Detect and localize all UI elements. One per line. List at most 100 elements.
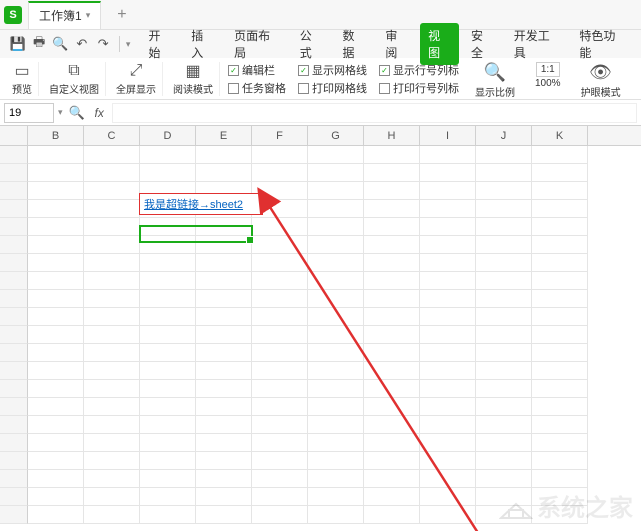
menu-dropdown-icon[interactable]: ▾ [126, 39, 131, 50]
column-header-C[interactable]: C [84, 126, 140, 145]
cell[interactable] [420, 164, 476, 182]
ribbon-group-preview[interactable]: ▭ 预览 [6, 62, 39, 96]
cell[interactable] [196, 380, 252, 398]
cell[interactable] [476, 218, 532, 236]
cell[interactable] [308, 164, 364, 182]
cell[interactable] [196, 488, 252, 506]
cell[interactable] [420, 506, 476, 524]
cell[interactable] [532, 200, 588, 218]
row-header[interactable] [0, 272, 28, 290]
document-tab[interactable]: 工作簿1 ▾ [28, 1, 101, 29]
cell[interactable] [28, 200, 84, 218]
row-header[interactable] [0, 236, 28, 254]
row-header[interactable] [0, 344, 28, 362]
cell[interactable] [476, 272, 532, 290]
cell[interactable] [308, 452, 364, 470]
cell[interactable] [28, 326, 84, 344]
cell[interactable] [196, 452, 252, 470]
cell[interactable] [420, 146, 476, 164]
cell[interactable] [420, 254, 476, 272]
cell[interactable] [364, 308, 420, 326]
cell[interactable] [28, 488, 84, 506]
cell[interactable] [196, 434, 252, 452]
cell[interactable] [84, 434, 140, 452]
cell[interactable] [196, 254, 252, 272]
check-任务窗格[interactable]: 任务窗格 [228, 80, 286, 96]
cell[interactable] [308, 236, 364, 254]
cell[interactable] [476, 236, 532, 254]
column-header-I[interactable]: I [420, 126, 476, 145]
cell[interactable] [532, 236, 588, 254]
cell[interactable] [140, 488, 196, 506]
cell[interactable] [84, 254, 140, 272]
row-header[interactable] [0, 218, 28, 236]
menu-tab-8[interactable]: 开发工具 [506, 23, 568, 65]
cell[interactable] [532, 344, 588, 362]
cell[interactable] [308, 380, 364, 398]
cell[interactable] [420, 326, 476, 344]
cell[interactable] [140, 218, 196, 236]
row-header[interactable] [0, 200, 28, 218]
cell[interactable] [532, 434, 588, 452]
cell[interactable] [532, 380, 588, 398]
cell[interactable] [28, 398, 84, 416]
column-header-D[interactable]: D [140, 126, 196, 145]
cell[interactable] [84, 182, 140, 200]
new-tab-button[interactable]: + [109, 6, 134, 24]
cell[interactable] [308, 326, 364, 344]
cell[interactable] [84, 398, 140, 416]
cell[interactable] [420, 200, 476, 218]
cell[interactable] [532, 470, 588, 488]
cell[interactable] [252, 326, 308, 344]
cell[interactable] [252, 218, 308, 236]
cell[interactable] [364, 470, 420, 488]
column-header-G[interactable]: G [308, 126, 364, 145]
cell[interactable] [308, 272, 364, 290]
cell[interactable] [84, 290, 140, 308]
cell[interactable] [532, 254, 588, 272]
row-header[interactable] [0, 470, 28, 488]
cell[interactable] [252, 308, 308, 326]
column-header-J[interactable]: J [476, 126, 532, 145]
row-header[interactable] [0, 416, 28, 434]
cell[interactable] [252, 236, 308, 254]
save-icon[interactable]: 💾 [8, 34, 27, 54]
cell[interactable] [308, 290, 364, 308]
zoom-button[interactable]: 🔍 显示比例 [467, 62, 523, 99]
cell[interactable] [196, 308, 252, 326]
cell[interactable] [476, 290, 532, 308]
cell[interactable] [364, 218, 420, 236]
cell[interactable] [196, 470, 252, 488]
menu-tab-4[interactable]: 数据 [335, 23, 374, 65]
cell[interactable] [420, 416, 476, 434]
cell[interactable] [140, 164, 196, 182]
cell[interactable] [476, 488, 532, 506]
cell[interactable] [140, 398, 196, 416]
doc-tab-dropdown-icon[interactable]: ▾ [86, 10, 91, 21]
cell[interactable] [532, 326, 588, 344]
check-编辑栏[interactable]: ✓编辑栏 [228, 62, 286, 78]
cell[interactable] [420, 380, 476, 398]
cell[interactable] [532, 362, 588, 380]
cell[interactable] [308, 218, 364, 236]
check-打印行号列标[interactable]: 打印行号列标 [379, 80, 459, 96]
cell[interactable] [140, 362, 196, 380]
cell[interactable] [252, 488, 308, 506]
cell[interactable] [532, 308, 588, 326]
cell[interactable] [140, 146, 196, 164]
cell[interactable] [420, 290, 476, 308]
cell[interactable] [532, 164, 588, 182]
row-header[interactable] [0, 380, 28, 398]
cell[interactable] [28, 452, 84, 470]
cell[interactable] [84, 452, 140, 470]
cell[interactable] [196, 398, 252, 416]
cell[interactable] [84, 236, 140, 254]
row-header[interactable] [0, 326, 28, 344]
cell[interactable] [420, 344, 476, 362]
cell[interactable] [476, 182, 532, 200]
cell[interactable] [252, 434, 308, 452]
menu-tab-9[interactable]: 特色功能 [571, 23, 633, 65]
cell[interactable] [252, 506, 308, 524]
formula-input[interactable] [112, 103, 637, 123]
menu-tab-6[interactable]: 视图 [420, 23, 459, 65]
